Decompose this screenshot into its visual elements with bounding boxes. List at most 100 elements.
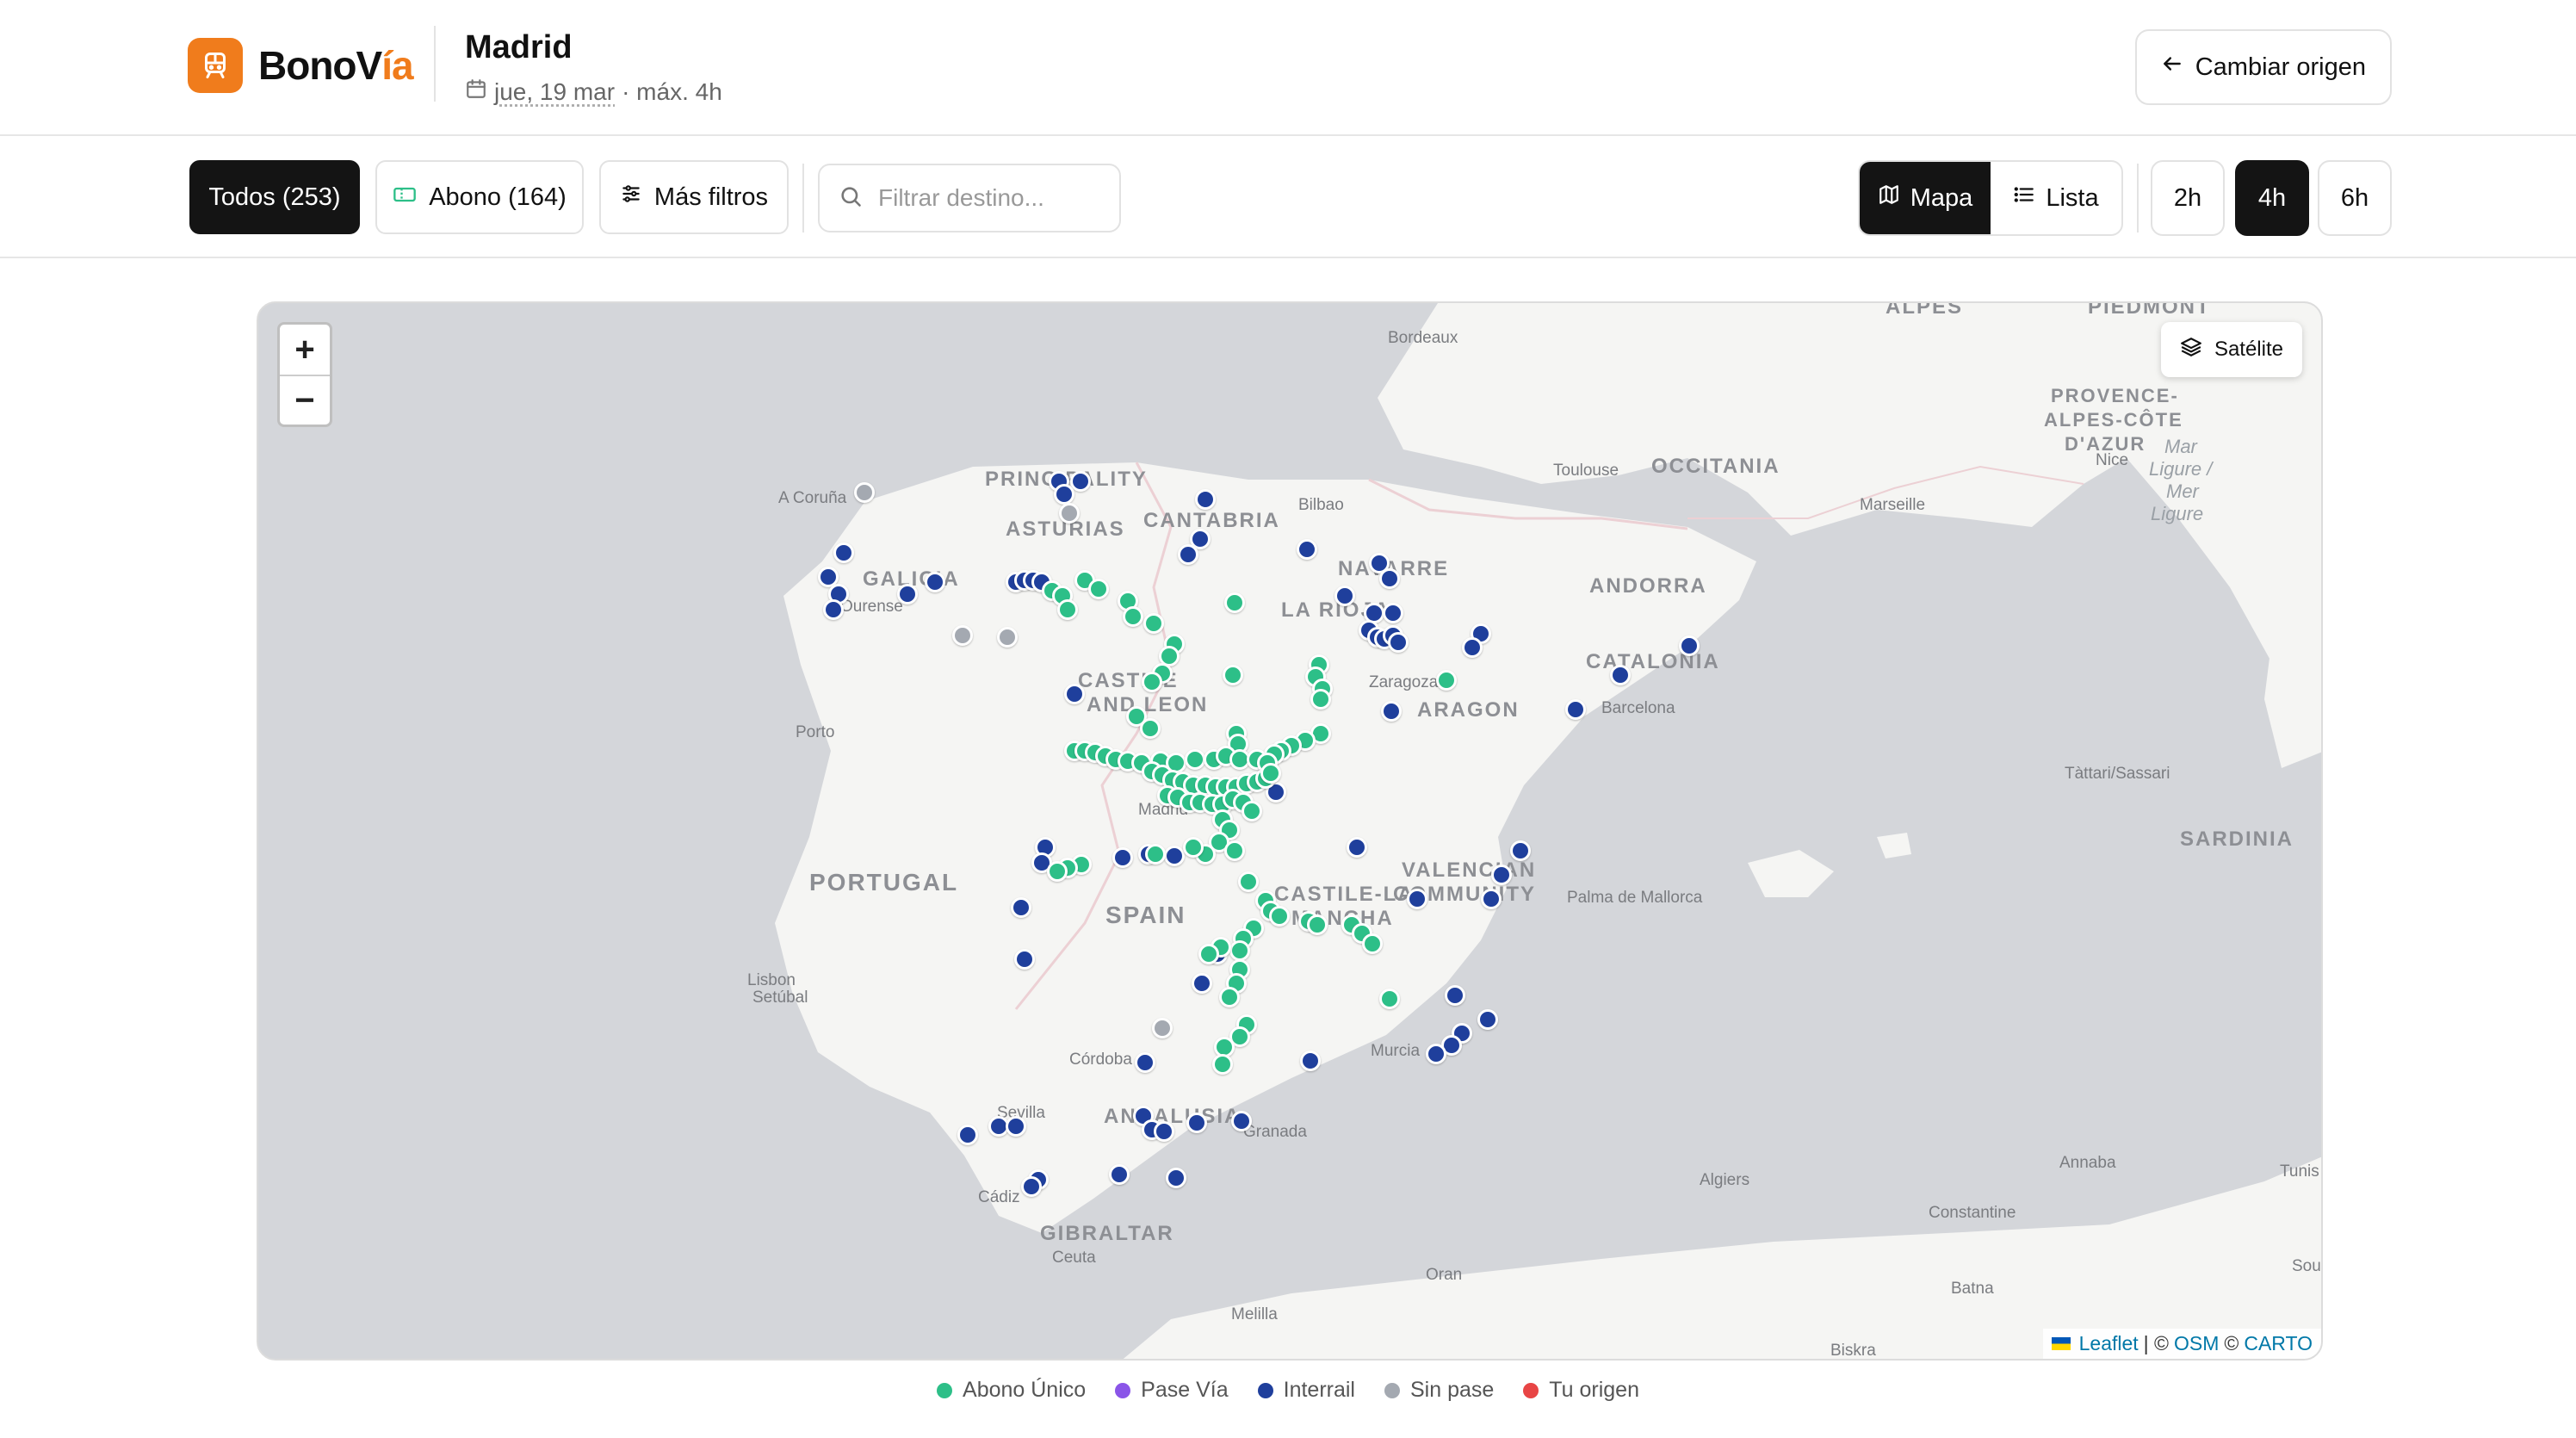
destination-marker[interactable] [1143, 613, 1164, 634]
destination-marker[interactable] [1300, 1051, 1321, 1071]
destination-marker[interactable] [1231, 1111, 1252, 1131]
destination-marker[interactable] [952, 625, 973, 646]
destination-search-input[interactable] [878, 184, 1102, 212]
destination-marker[interactable] [925, 572, 945, 592]
destination-marker[interactable] [1388, 632, 1409, 653]
destination-marker[interactable] [1195, 489, 1216, 510]
hours-4h-button[interactable]: 4h [2235, 160, 2309, 236]
carto-link[interactable]: CARTO [2244, 1332, 2313, 1355]
satellite-toggle[interactable]: Satélite [2160, 322, 2302, 377]
destination-marker[interactable] [1242, 801, 1262, 821]
destination-marker[interactable] [1462, 637, 1483, 658]
destination-marker[interactable] [1219, 987, 1240, 1007]
destination-marker[interactable] [1152, 1018, 1173, 1038]
destination-marker[interactable] [1238, 871, 1259, 892]
destination-marker[interactable] [1481, 889, 1502, 909]
destination-marker[interactable] [1297, 539, 1317, 560]
destination-marker[interactable] [1135, 1052, 1155, 1073]
zoom-in-button[interactable]: + [280, 325, 330, 375]
destination-marker[interactable] [1307, 914, 1328, 935]
filter-abono-button[interactable]: Abono (164) [375, 160, 584, 234]
brand-logo[interactable]: BonoVía [188, 38, 414, 93]
destination-marker[interactable] [1059, 503, 1080, 524]
destination-marker[interactable] [1310, 689, 1331, 710]
destination-marker[interactable] [1123, 606, 1143, 627]
destination-marker[interactable] [1142, 672, 1162, 692]
more-filters-button[interactable]: Más filtros [599, 160, 789, 234]
legend-label-origen: Tu origen [1549, 1378, 1639, 1402]
destination-marker[interactable] [1088, 579, 1109, 599]
osm-link[interactable]: OSM [2174, 1332, 2219, 1355]
destination-marker[interactable] [1379, 568, 1400, 589]
view-map-button[interactable]: Mapa [1860, 162, 1991, 234]
destination-marker[interactable] [1610, 665, 1631, 685]
label-porto: Porto [796, 723, 834, 741]
destination-marker[interactable] [1109, 1164, 1130, 1185]
label-ceuta: Ceuta [1052, 1249, 1096, 1267]
destination-marker[interactable] [1383, 603, 1403, 623]
destination-marker[interactable] [1223, 665, 1243, 685]
hours-2h-button[interactable]: 2h [2151, 160, 2225, 236]
destination-marker[interactable] [1436, 670, 1457, 691]
destination-marker[interactable] [957, 1125, 978, 1145]
destination-marker[interactable] [1347, 837, 1367, 858]
destination-marker[interactable] [1269, 906, 1290, 927]
destination-marker[interactable] [1186, 1113, 1207, 1133]
destination-marker[interactable] [1166, 1168, 1186, 1188]
destination-marker[interactable] [1192, 973, 1212, 994]
destination-marker[interactable] [1154, 1121, 1174, 1142]
destination-marker[interactable] [833, 542, 854, 563]
destination-marker[interactable] [1054, 484, 1074, 505]
destination-marker[interactable] [1014, 949, 1035, 970]
destination-marker[interactable] [1260, 763, 1281, 784]
destination-marker[interactable] [1057, 599, 1078, 620]
destination-marker[interactable] [1178, 544, 1198, 565]
destination-marker[interactable] [1679, 635, 1700, 656]
destination-marker[interactable] [1224, 592, 1245, 613]
destination-marker[interactable] [854, 482, 875, 503]
destination-marker[interactable] [1198, 944, 1219, 964]
destination-marker[interactable] [1224, 840, 1245, 861]
destination-marker[interactable] [1426, 1044, 1446, 1064]
zoom-out-button[interactable]: − [280, 375, 330, 425]
destination-marker[interactable] [1011, 897, 1031, 918]
destination-marker[interactable] [1164, 846, 1185, 866]
destination-marker[interactable] [1183, 837, 1204, 858]
destination-marker[interactable] [1362, 933, 1383, 954]
destination-marker[interactable] [1112, 847, 1133, 868]
destination-marker[interactable] [1334, 586, 1355, 606]
destination-marker[interactable] [1212, 1054, 1233, 1075]
destinations-map[interactable]: ALPES PIEDMONT PROVENCE- ALPES-CÔTE D'AZ… [257, 301, 2323, 1361]
destination-marker[interactable] [1477, 1009, 1498, 1030]
destination-marker[interactable] [1491, 865, 1512, 885]
layers-icon [2180, 336, 2202, 364]
app-header: BonoVía Madrid jue, 19 mar · máx. 4h Cam… [0, 0, 2576, 136]
destination-marker[interactable] [1021, 1176, 1042, 1197]
view-list-button[interactable]: Lista [1991, 162, 2121, 234]
destination-marker[interactable] [1006, 1116, 1026, 1137]
legend-item-sinpase: Sin pase [1384, 1378, 1494, 1403]
destination-marker[interactable] [897, 584, 918, 604]
destination-marker[interactable] [1407, 889, 1427, 909]
hours-6h-button[interactable]: 6h [2318, 160, 2392, 236]
destination-marker[interactable] [997, 627, 1018, 648]
destination-marker[interactable] [1510, 840, 1531, 861]
leaflet-link[interactable]: Leaflet [2079, 1332, 2139, 1355]
destination-marker[interactable] [1145, 844, 1166, 865]
filter-all-button[interactable]: Todos (253) [189, 160, 360, 234]
legend-label-pase: Pase Vía [1141, 1378, 1229, 1402]
destination-marker[interactable] [823, 599, 844, 620]
trip-date[interactable]: jue, 19 mar [494, 78, 615, 106]
destination-marker[interactable] [1381, 701, 1402, 722]
destination-marker[interactable] [1229, 940, 1250, 961]
destination-marker[interactable] [1379, 989, 1400, 1009]
destination-marker[interactable] [1064, 684, 1085, 704]
destination-marker[interactable] [1185, 749, 1205, 770]
destination-marker[interactable] [1445, 985, 1465, 1006]
list-icon [2013, 183, 2035, 213]
destination-marker[interactable] [1565, 699, 1586, 720]
change-origin-button[interactable]: Cambiar origen [2134, 29, 2392, 105]
destination-marker[interactable] [1047, 861, 1068, 882]
destination-search[interactable] [818, 164, 1121, 232]
destination-marker[interactable] [1140, 718, 1161, 739]
